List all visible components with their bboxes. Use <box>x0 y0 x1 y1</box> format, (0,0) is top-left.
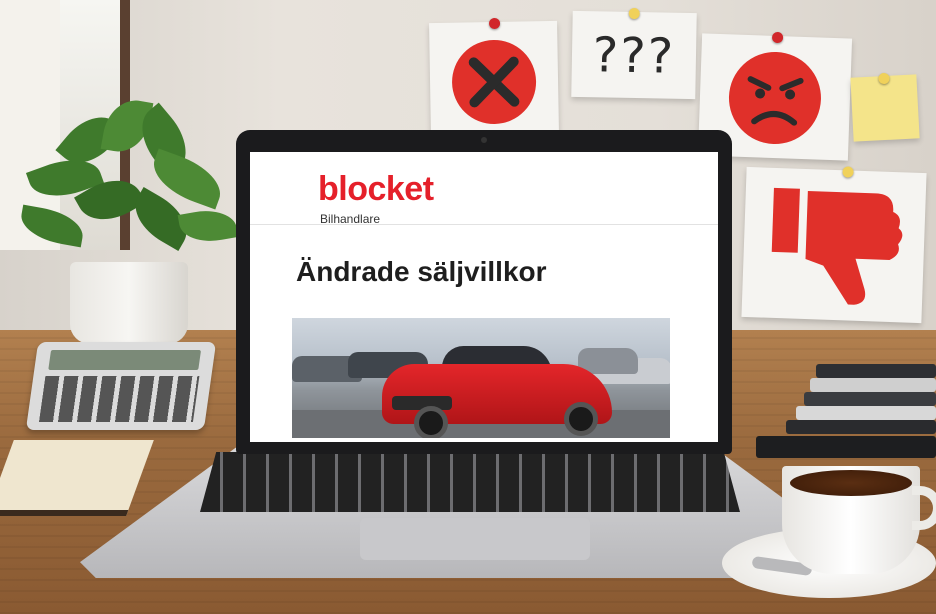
car-wheel <box>414 406 448 438</box>
brand-logo[interactable]: blocket <box>318 170 434 209</box>
article-headline: Ändrade säljvillkor <box>296 256 547 287</box>
laptop-touchpad <box>360 518 590 560</box>
plant-pot <box>70 262 188 344</box>
sticky-note <box>850 72 920 142</box>
note-thumbs-down <box>741 166 927 324</box>
scene: ??? blocket Bilhandlare Ändrade säljvill… <box>0 0 936 614</box>
calculator-keys <box>38 376 200 422</box>
pin <box>878 72 890 85</box>
thumbs-down-icon <box>771 187 903 305</box>
laptop-keyboard <box>200 452 740 512</box>
site-header: blocket Bilhandlare <box>250 152 718 226</box>
cup-handle <box>912 486 936 530</box>
device-stack <box>756 364 936 460</box>
car-photo <box>292 318 670 438</box>
coffee <box>790 470 912 496</box>
question-marks-text: ??? <box>592 27 676 85</box>
laptop-camera <box>481 137 487 143</box>
calculator <box>25 342 217 430</box>
brand-subtitle: Bilhandlare <box>320 212 381 226</box>
x-icon <box>452 39 537 124</box>
calculator-display <box>48 350 202 370</box>
laptop-screen: blocket Bilhandlare Ändrade säljvillkor <box>250 152 718 442</box>
car-wheel <box>564 402 598 436</box>
note-question: ??? <box>571 7 697 100</box>
note-x <box>429 17 559 136</box>
pin <box>628 7 640 20</box>
